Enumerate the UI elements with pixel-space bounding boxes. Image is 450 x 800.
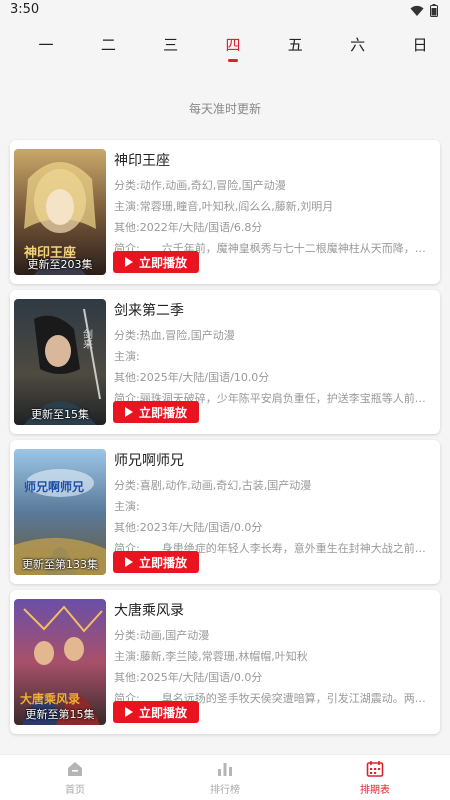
svg-text:大唐乘风录: 大唐乘风录 xyxy=(20,691,80,706)
bottom-nav: 首页 排行榜 排期表 xyxy=(0,754,450,800)
show-title[interactable]: 大唐乘风录 xyxy=(114,600,184,620)
show-genre: 分类:动作,动画,奇幻,冒险,国产动漫 xyxy=(114,179,286,192)
show-title[interactable]: 剑来第二季 xyxy=(114,300,184,320)
home-icon xyxy=(68,762,82,776)
active-tab-indicator xyxy=(227,59,238,62)
poster-image[interactable]: 师兄啊师兄 更新至第133集 xyxy=(14,449,106,575)
tab-sunday[interactable]: 日 xyxy=(404,22,436,68)
show-card[interactable]: 神印王座 更新至203集 神印王座 分类:动作,动画,奇幻,冒险,国产动漫 主演… xyxy=(10,140,440,284)
status-icons xyxy=(410,4,438,17)
show-list: 神印王座 更新至203集 神印王座 分类:动作,动画,奇幻,冒险,国产动漫 主演… xyxy=(10,140,440,740)
show-title[interactable]: 神印王座 xyxy=(114,150,170,170)
show-cast: 主演: xyxy=(114,500,140,513)
episode-badge: 更新至203集 xyxy=(27,258,93,271)
nav-home-label: 首页 xyxy=(65,785,85,796)
show-info: 其他:2025年/大陆/国语/10.0分 xyxy=(114,371,270,384)
poster-image[interactable]: 神印王座 更新至203集 xyxy=(14,149,106,275)
show-cast: 主演: xyxy=(114,350,140,363)
show-genre: 分类:动画,国产动漫 xyxy=(114,629,210,642)
play-now-button[interactable]: 立即播放 xyxy=(113,551,199,573)
show-card[interactable]: 师兄啊师兄 更新至第133集 师兄啊师兄 分类:喜剧,动作,动画,奇幻,古装,国… xyxy=(10,440,440,584)
nav-home[interactable]: 首页 xyxy=(0,755,150,800)
episode-badge: 更新至第133集 xyxy=(22,558,98,571)
status-time: 3:50 xyxy=(10,2,40,17)
battery-icon xyxy=(430,4,438,17)
play-now-button[interactable]: 立即播放 xyxy=(113,401,199,423)
update-notice: 每天准时更新 xyxy=(188,102,261,116)
episode-badge: 更新至15集 xyxy=(31,408,89,421)
poster-image[interactable]: 大唐乘风录 更新至第15集 xyxy=(14,599,106,725)
play-now-button[interactable]: 立即播放 xyxy=(113,701,199,723)
show-card[interactable]: 大唐乘风录 更新至第15集 大唐乘风录 分类:动画,国产动漫 主演:藤新,李兰陵… xyxy=(10,590,440,734)
chart-icon xyxy=(218,763,232,776)
play-icon xyxy=(124,257,133,267)
episode-badge: 更新至第15集 xyxy=(25,708,95,721)
show-cast: 主演:藤新,李兰陵,常蓉珊,林帽帽,叶知秋 xyxy=(114,650,308,663)
show-genre: 分类:热血,冒险,国产动漫 xyxy=(114,329,235,342)
weekday-tabs: 一 二 三 四 五 六 日 xyxy=(0,22,450,68)
calendar-icon xyxy=(366,761,384,777)
play-icon xyxy=(124,557,133,567)
nav-schedule-label: 排期表 xyxy=(360,785,390,796)
play-icon xyxy=(124,707,133,717)
nav-ranking[interactable]: 排行榜 xyxy=(150,755,300,800)
play-now-button[interactable]: 立即播放 xyxy=(113,251,199,273)
tab-monday[interactable]: 一 xyxy=(30,22,62,68)
show-info: 其他:2023年/大陆/国语/0.0分 xyxy=(114,521,263,534)
show-info: 其他:2025年/大陆/国语/0.0分 xyxy=(114,671,263,684)
tab-saturday[interactable]: 六 xyxy=(342,22,374,68)
tab-wednesday[interactable]: 三 xyxy=(155,22,187,68)
status-bar: 3:50 xyxy=(0,0,450,22)
show-card[interactable]: 剑来 更新至15集 剑来第二季 分类:热血,冒险,国产动漫 主演: 其他:202… xyxy=(10,290,440,434)
show-title[interactable]: 师兄啊师兄 xyxy=(114,450,184,470)
svg-text:师兄啊师兄: 师兄啊师兄 xyxy=(24,479,84,494)
wifi-icon xyxy=(410,5,424,16)
nav-ranking-label: 排行榜 xyxy=(210,785,240,796)
show-genre: 分类:喜剧,动作,动画,奇幻,古装,国产动漫 xyxy=(114,479,312,492)
show-cast: 主演:常蓉珊,瞳音,叶知秋,阎么么,藤新,刘明月 xyxy=(114,200,334,213)
nav-schedule[interactable]: 排期表 xyxy=(300,755,450,800)
play-icon xyxy=(124,407,133,417)
tab-thursday[interactable]: 四 xyxy=(217,22,249,68)
tab-friday[interactable]: 五 xyxy=(279,22,311,68)
poster-image[interactable]: 剑来 更新至15集 xyxy=(14,299,106,425)
tab-tuesday[interactable]: 二 xyxy=(92,22,124,68)
svg-text:剑来: 剑来 xyxy=(81,328,93,350)
show-info: 其他:2022年/大陆/国语/6.8分 xyxy=(114,221,263,234)
